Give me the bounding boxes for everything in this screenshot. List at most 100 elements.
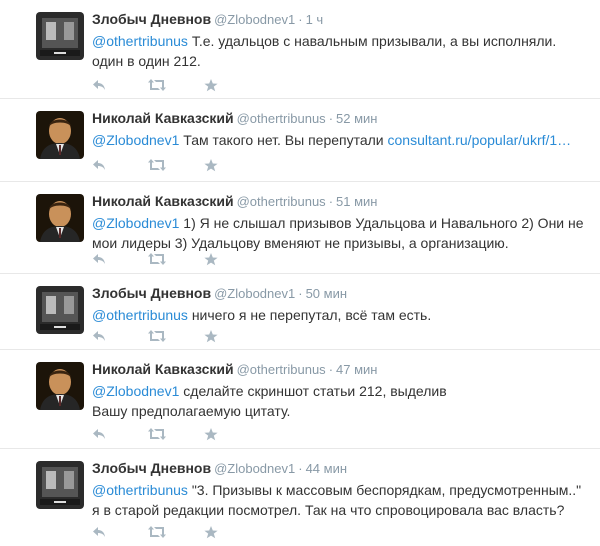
mention-link[interactable]: @othertribunus — [92, 33, 188, 49]
timestamp[interactable]: 50 мин — [306, 286, 347, 301]
retweet-icon — [148, 79, 166, 91]
tweet-header: Злобыч Дневнов @Zlobodnev1 · 1 ч — [92, 10, 588, 28]
mention-link[interactable]: @othertribunus — [92, 307, 188, 323]
retweet-button[interactable] — [148, 157, 204, 173]
avatar-nikolai[interactable] — [36, 111, 84, 159]
reply-button[interactable] — [92, 157, 148, 173]
avatar-zlobych[interactable] — [36, 12, 84, 60]
fullname[interactable]: Николай Кавказский — [92, 110, 234, 126]
username[interactable]: @Zlobodnev1 — [214, 461, 295, 476]
tweet-header: Николай Кавказский @othertribunus · 47 мин — [92, 360, 588, 378]
tweet-actions — [92, 157, 260, 173]
tweet-actions — [92, 328, 260, 344]
separator: · — [328, 111, 334, 126]
star-icon — [204, 329, 218, 342]
timestamp[interactable]: 44 мин — [306, 461, 347, 476]
timestamp[interactable]: 52 мин — [336, 111, 377, 126]
tweet-content: Злобыч Дневнов @Zlobodnev1 · 50 мин @othert… — [92, 284, 588, 325]
fullname[interactable]: Злобыч Дневнов — [92, 11, 211, 27]
fullname[interactable]: Николай Кавказский — [92, 193, 234, 209]
fullname[interactable]: Николай Кавказский — [92, 361, 234, 377]
separator: · — [328, 362, 334, 377]
username[interactable]: @othertribunus — [237, 111, 326, 126]
reply-icon — [93, 331, 105, 341]
tweet-text: @Zlobodnev1 Там такого нет. Вы перепутал… — [92, 130, 588, 150]
tweet-text: @Zlobodnev1 1) Я не слышал призывов Удал… — [92, 213, 588, 253]
favorite-button[interactable] — [204, 328, 260, 344]
avatar-zlobych[interactable] — [36, 286, 84, 334]
tweet-actions — [92, 77, 260, 93]
username[interactable]: @othertribunus — [237, 362, 326, 377]
star-icon — [204, 427, 218, 440]
favorite-button[interactable] — [204, 524, 260, 540]
tweet[interactable]: Николай Кавказский @othertribunus · 47 мин … — [0, 350, 600, 449]
retweet-button[interactable] — [148, 524, 204, 540]
avatar-nikolai[interactable] — [36, 194, 84, 242]
separator: · — [298, 286, 303, 301]
tweet-header: Николай Кавказский @othertribunus · 52 мин — [92, 109, 588, 127]
tweet-content: Злобыч Дневнов @Zlobodnev1 · 44 мин @othert… — [92, 459, 588, 520]
retweet-icon — [148, 428, 166, 440]
retweet-icon — [148, 330, 166, 342]
mention-link[interactable]: @Zlobodnev1 — [92, 383, 179, 399]
reply-icon — [93, 80, 105, 90]
tweet-actions — [92, 524, 260, 540]
timestamp[interactable]: 47 мин — [336, 362, 377, 377]
fullname[interactable]: Злобыч Дневнов — [92, 460, 211, 476]
favorite-button[interactable] — [204, 77, 260, 93]
tweet[interactable]: Николай Кавказский @othertribunus · 51 мин … — [0, 182, 600, 274]
retweet-icon — [148, 159, 166, 171]
tweet[interactable]: Злобыч Дневнов @Zlobodnev1 · 44 мин @othert… — [0, 449, 600, 546]
username[interactable]: @Zlobodnev1 — [214, 12, 295, 27]
reply-button[interactable] — [92, 524, 148, 540]
tweet-header: Николай Кавказский @othertribunus · 51 мин — [92, 192, 588, 210]
mention-link[interactable]: @Zlobodnev1 — [92, 215, 179, 231]
reply-icon — [93, 254, 105, 264]
tweet-content: Николай Кавказский @othertribunus · 51 мин … — [92, 192, 588, 253]
avatar-zlobych[interactable] — [36, 461, 84, 509]
reply-button[interactable] — [92, 77, 148, 93]
timeline: Злобыч Дневнов @Zlobodnev1 · 1 ч @othertrib… — [0, 0, 600, 546]
tweet-text: @Zlobodnev1 сделайте скриншот статьи 212… — [92, 381, 588, 421]
retweet-button[interactable] — [148, 328, 204, 344]
reply-button[interactable] — [92, 251, 148, 267]
fullname[interactable]: Злобыч Дневнов — [92, 285, 211, 301]
url-link[interactable]: consultant.ru/popular/ukrf/1… — [388, 132, 572, 148]
star-icon — [204, 252, 218, 265]
username[interactable]: @othertribunus — [237, 194, 326, 209]
reply-button[interactable] — [92, 426, 148, 442]
tweet-text: @othertribunus ничего я не перепутал, вс… — [92, 305, 588, 325]
tweet-header: Злобыч Дневнов @Zlobodnev1 · 50 мин — [92, 284, 588, 302]
username[interactable]: @Zlobodnev1 — [214, 286, 295, 301]
star-icon — [204, 78, 218, 91]
favorite-button[interactable] — [204, 157, 260, 173]
avatar-nikolai[interactable] — [36, 362, 84, 410]
tweet-body: ничего я не перепутал, всё там есть. — [187, 307, 432, 323]
tweet-header: Злобыч Дневнов @Zlobodnev1 · 44 мин — [92, 459, 588, 477]
timestamp[interactable]: 1 ч — [306, 12, 324, 27]
separator: · — [298, 12, 303, 27]
retweet-icon — [148, 526, 166, 538]
star-icon — [204, 158, 218, 171]
tweet-actions — [92, 251, 260, 267]
tweet-content: Злобыч Дневнов @Zlobodnev1 · 1 ч @othertrib… — [92, 10, 588, 71]
tweet[interactable]: Злобыч Дневнов @Zlobodnev1 · 1 ч @othertrib… — [0, 0, 600, 99]
retweet-button[interactable] — [148, 426, 204, 442]
mention-link[interactable]: @othertribunus — [92, 482, 188, 498]
favorite-button[interactable] — [204, 426, 260, 442]
retweet-button[interactable] — [148, 77, 204, 93]
tweet-body: Там такого нет. Вы перепутали — [179, 132, 388, 148]
tweet-text: @othertribunus "3. Призывы к массовым бе… — [92, 480, 588, 520]
reply-button[interactable] — [92, 328, 148, 344]
retweet-button[interactable] — [148, 251, 204, 267]
reply-icon — [93, 527, 105, 537]
tweet-content: Николай Кавказский @othertribunus · 47 мин … — [92, 360, 588, 421]
separator: · — [328, 194, 334, 209]
star-icon — [204, 525, 218, 538]
mention-link[interactable]: @Zlobodnev1 — [92, 132, 179, 148]
timestamp[interactable]: 51 мин — [336, 194, 377, 209]
separator: · — [298, 461, 303, 476]
favorite-button[interactable] — [204, 251, 260, 267]
tweet[interactable]: Злобыч Дневнов @Zlobodnev1 · 50 мин @othert… — [0, 274, 600, 350]
tweet[interactable]: Николай Кавказский @othertribunus · 52 мин … — [0, 99, 600, 182]
